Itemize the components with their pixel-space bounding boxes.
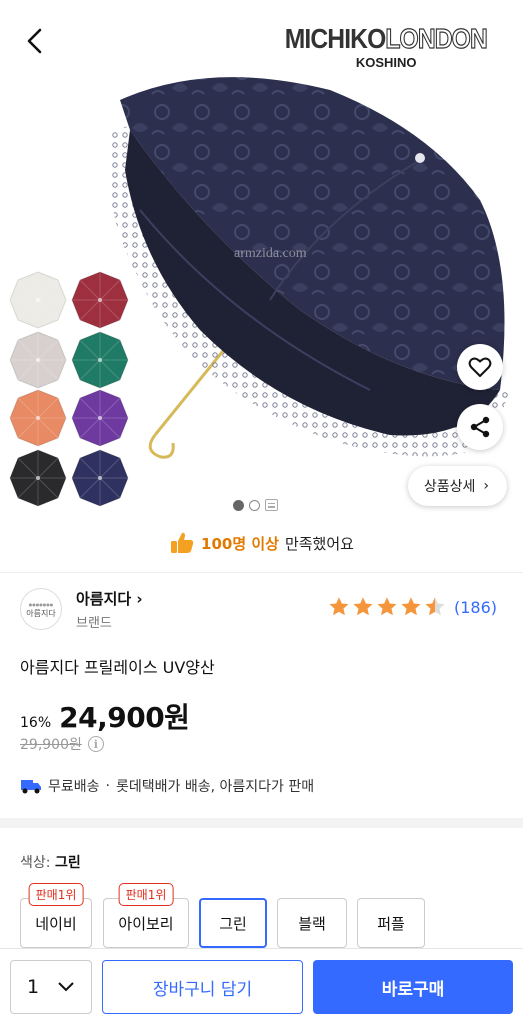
separator: · <box>105 778 110 794</box>
color-swatch-umbrella <box>8 388 68 448</box>
umbrella-product-image <box>108 77 510 459</box>
color-swatch-umbrella <box>8 448 68 508</box>
brand-avatar[interactable]: ●●●●●●● 아름지다 <box>20 588 62 630</box>
color-option-button[interactable]: 퍼플 <box>357 898 425 948</box>
color-options: 네이비 판매1위 아이보리 판매1위 그린 블랙 퍼플 <box>20 883 523 948</box>
pager-dot[interactable] <box>233 499 244 511</box>
star-icon <box>329 597 349 616</box>
color-option-label: 네이비 <box>35 914 77 933</box>
brand-name-link[interactable]: 아름지다 › <box>76 588 143 609</box>
thumbs-up-icon <box>171 532 194 553</box>
shipping-detail: 롯데택배가 배송, 아름지다가 판매 <box>115 779 315 795</box>
satisfaction-highlight: 100명 이상 <box>201 534 279 553</box>
truck-icon <box>21 780 41 794</box>
quantity-value: 1 <box>27 976 40 998</box>
original-price: 29,900원 <box>20 737 82 753</box>
color-option-button[interactable]: 네이비 판매1위 <box>20 883 92 948</box>
chevron-down-icon <box>58 982 74 992</box>
section-divider <box>0 818 523 828</box>
watermark-text: armzida.com <box>234 246 307 261</box>
share-button[interactable] <box>457 404 503 450</box>
best-seller-badge: 판매1위 <box>118 883 174 906</box>
color-option-button[interactable]: 아이보리 판매1위 <box>103 883 189 948</box>
color-swatch-umbrella <box>70 448 130 508</box>
star-icon <box>401 597 421 616</box>
quantity-select[interactable]: 1 <box>10 960 92 1014</box>
color-swatch-umbrella <box>8 330 68 390</box>
review-count[interactable]: (186) <box>454 598 497 617</box>
product-title: 아름지다 프릴레이스 UV양산 <box>20 658 215 677</box>
color-swatch-umbrella <box>8 270 68 330</box>
shipping-info: 무료배송 · 롯데택배가 배송, 아름지다가 판매 <box>20 776 314 796</box>
product-detail-label: 상품상세 <box>423 479 476 495</box>
color-option-label: 그린 <box>219 914 247 933</box>
buy-now-button[interactable]: 바로구매 <box>313 960 513 1014</box>
star-icon <box>353 597 373 616</box>
color-option-label: 색상: 그린 <box>20 855 81 871</box>
wishlist-button[interactable] <box>457 344 503 390</box>
divider <box>0 572 523 573</box>
color-option-label: 아이보리 <box>118 914 174 933</box>
carousel-pager[interactable] <box>233 499 278 511</box>
selected-color: 그린 <box>54 855 81 871</box>
brand-row: ●●●●●●● 아름지다 아름지다 › 브랜드 (186) <box>20 588 503 632</box>
satisfaction-banner: 100명 이상 만족했어요 <box>0 530 523 556</box>
free-shipping-label: 무료배송 <box>48 779 100 795</box>
purchase-bar: 1 장바구니 담기 바로구매 <box>0 948 523 1024</box>
pager-dot[interactable] <box>249 499 260 511</box>
chevron-left-icon <box>27 28 42 54</box>
brand-sub-label: 브랜드 <box>76 616 112 631</box>
color-option-label: 블랙 <box>298 914 326 933</box>
info-icon[interactable]: i <box>87 736 104 752</box>
product-image-carousel[interactable]: MICHIKOLONDON KOSHINO armzida.com 상품상세 › <box>0 0 523 520</box>
share-icon <box>470 416 490 438</box>
original-price-row: 29,900원 i <box>20 734 104 754</box>
rating-stars[interactable]: (186) <box>328 596 497 618</box>
star-icon <box>425 597 445 616</box>
sale-price: 24,900원 <box>59 701 190 734</box>
color-swatch-umbrella <box>70 388 130 448</box>
color-option-button[interactable]: 그린 <box>199 898 267 948</box>
best-seller-badge: 판매1위 <box>28 883 84 906</box>
color-option-button[interactable]: 블랙 <box>277 898 347 948</box>
discount-rate: 16% <box>20 715 52 731</box>
satisfaction-text: 만족했어요 <box>284 534 354 553</box>
chevron-right-icon: › <box>483 478 489 494</box>
price-row: 16% 24,900원 <box>20 696 190 736</box>
heart-icon <box>468 357 492 377</box>
color-swatch-umbrella <box>70 270 130 330</box>
color-option-label: 퍼플 <box>377 914 405 933</box>
back-button[interactable] <box>18 24 52 58</box>
color-swatch-umbrella <box>70 330 130 390</box>
pager-list-icon[interactable] <box>265 499 278 511</box>
product-detail-button[interactable]: 상품상세 › <box>407 466 507 506</box>
add-to-cart-button[interactable]: 장바구니 담기 <box>102 960 303 1014</box>
star-icon <box>377 597 397 616</box>
